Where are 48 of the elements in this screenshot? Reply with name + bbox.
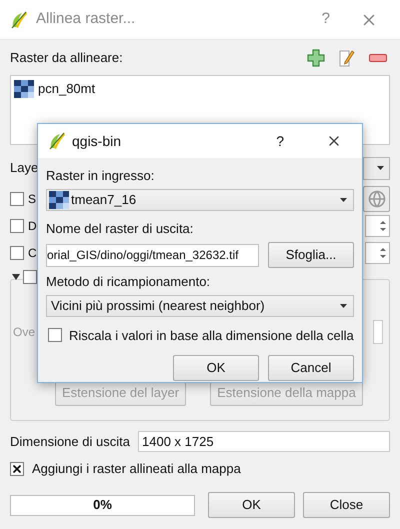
input-raster-combo-box[interactable]: tmean7_16 <box>46 188 354 210</box>
output-file-field[interactable]: orial_GIS/dino/oggi/tmean_32632.tif <box>46 244 259 266</box>
option-label: S <box>28 190 36 208</box>
push-button[interactable]: Close <box>303 492 390 518</box>
push-button[interactable]: Cancel <box>268 355 354 381</box>
checkbox-label: Aggiungi i raster allineati alla mappa <box>32 460 241 478</box>
extent-label: Ove <box>13 324 36 341</box>
checkbox[interactable] <box>10 462 24 476</box>
edit-icon[interactable] <box>339 49 355 67</box>
dropdown-arrow-icon <box>340 198 347 202</box>
field-label: Metodo di ricampionamento: <box>46 273 212 291</box>
checkbox[interactable] <box>48 328 62 342</box>
checkbox[interactable] <box>10 218 24 232</box>
dropdown-arrow-icon <box>377 166 384 170</box>
remove-icon[interactable] <box>369 53 387 63</box>
layer-label: Laye <box>10 159 38 178</box>
output-size-field[interactable]: 1400 x 1725 <box>138 431 390 452</box>
field-label: Dimensione di uscita <box>10 432 130 451</box>
spin-box[interactable] <box>365 242 390 264</box>
option-label: C <box>28 244 37 262</box>
window-title: Allinea raster... <box>36 9 136 30</box>
raster-layer-icon <box>49 190 69 208</box>
section-label: Raster da allineare: <box>10 49 123 68</box>
field-label: Nome del raster di uscita: <box>46 220 194 238</box>
raster-list-item[interactable]: pcn_80mt <box>14 79 386 98</box>
dialog-title: qgis-bin <box>72 132 122 151</box>
progress-text: 0% <box>93 496 112 514</box>
push-button[interactable]: Sfoglia... <box>268 242 354 268</box>
qgis-logo-icon <box>10 10 28 30</box>
push-button[interactable]: OK <box>173 355 259 381</box>
resampling-combo-box[interactable]: Vicini più prossimi (nearest neighbor) <box>46 294 354 316</box>
help-button[interactable]: ? <box>276 130 284 152</box>
checkbox[interactable] <box>10 192 24 206</box>
option-label: D <box>28 218 37 234</box>
spin-arrows-icon <box>379 246 387 260</box>
dropdown-arrow-icon <box>340 304 347 308</box>
extent-field[interactable] <box>373 320 383 344</box>
checkbox-label: Riscala i valori in base alla dimensione della cella <box>69 326 354 344</box>
spin-box[interactable] <box>365 214 390 236</box>
add-icon[interactable] <box>307 49 325 67</box>
layer-combo-box[interactable] <box>363 156 390 180</box>
push-button[interactable]: OK <box>208 492 295 518</box>
globe-button[interactable] <box>363 186 390 212</box>
qgis-logo-icon <box>48 131 66 151</box>
field-label: Raster in ingresso: <box>46 167 156 185</box>
raster-layer-icon <box>14 80 34 98</box>
checkbox[interactable] <box>10 246 24 260</box>
spin-arrows-icon <box>379 218 387 232</box>
